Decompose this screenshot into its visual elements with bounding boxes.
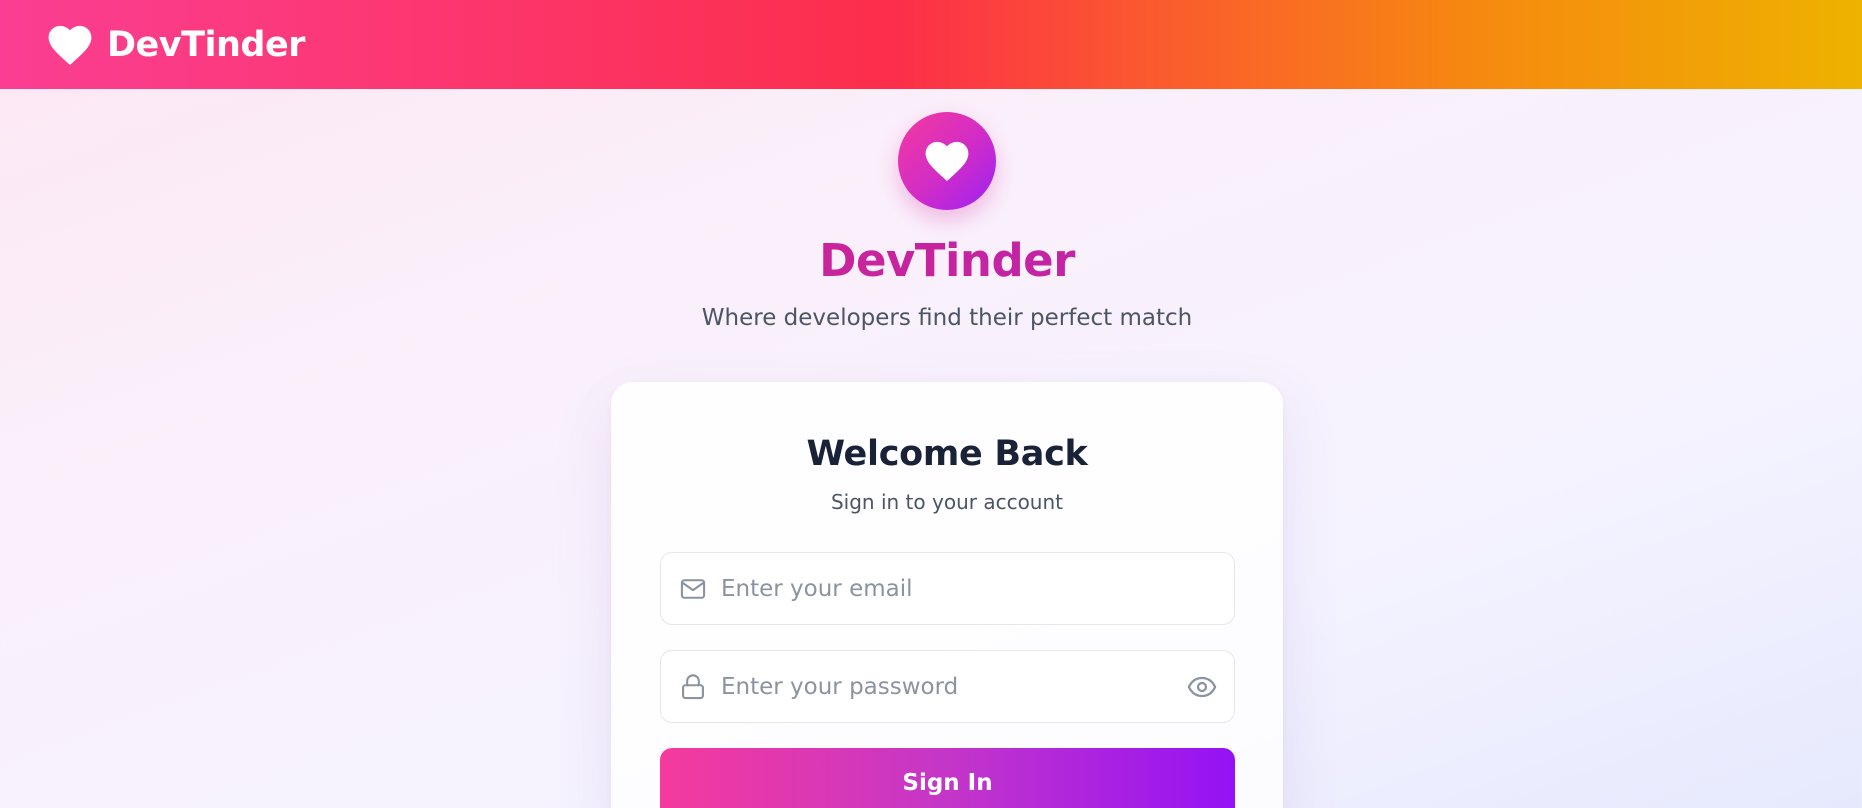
password-field[interactable]	[660, 650, 1235, 723]
hero-title: DevTinder	[0, 234, 1862, 287]
login-card: Welcome Back Sign in to your account Sig…	[611, 382, 1283, 808]
top-navbar: DevTinder	[0, 0, 1862, 89]
heart-icon	[47, 24, 93, 66]
eye-icon	[1187, 676, 1217, 697]
brand-name: DevTinder	[107, 24, 305, 65]
email-field[interactable]	[660, 552, 1235, 625]
sign-in-button[interactable]: Sign In	[660, 748, 1235, 808]
brand-home-link[interactable]: DevTinder	[47, 24, 305, 66]
heart-icon	[925, 141, 969, 182]
card-title: Welcome Back	[806, 434, 1088, 474]
hero-subtitle: Where developers find their perfect matc…	[701, 305, 1193, 331]
card-subtitle: Sign in to your account	[830, 490, 1063, 514]
show-password-toggle[interactable]	[1186, 671, 1218, 703]
password-input[interactable]	[721, 651, 1161, 722]
email-input[interactable]	[721, 553, 1161, 624]
hero-logo	[898, 112, 996, 210]
lock-icon	[679, 673, 707, 701]
mail-icon	[679, 575, 707, 603]
